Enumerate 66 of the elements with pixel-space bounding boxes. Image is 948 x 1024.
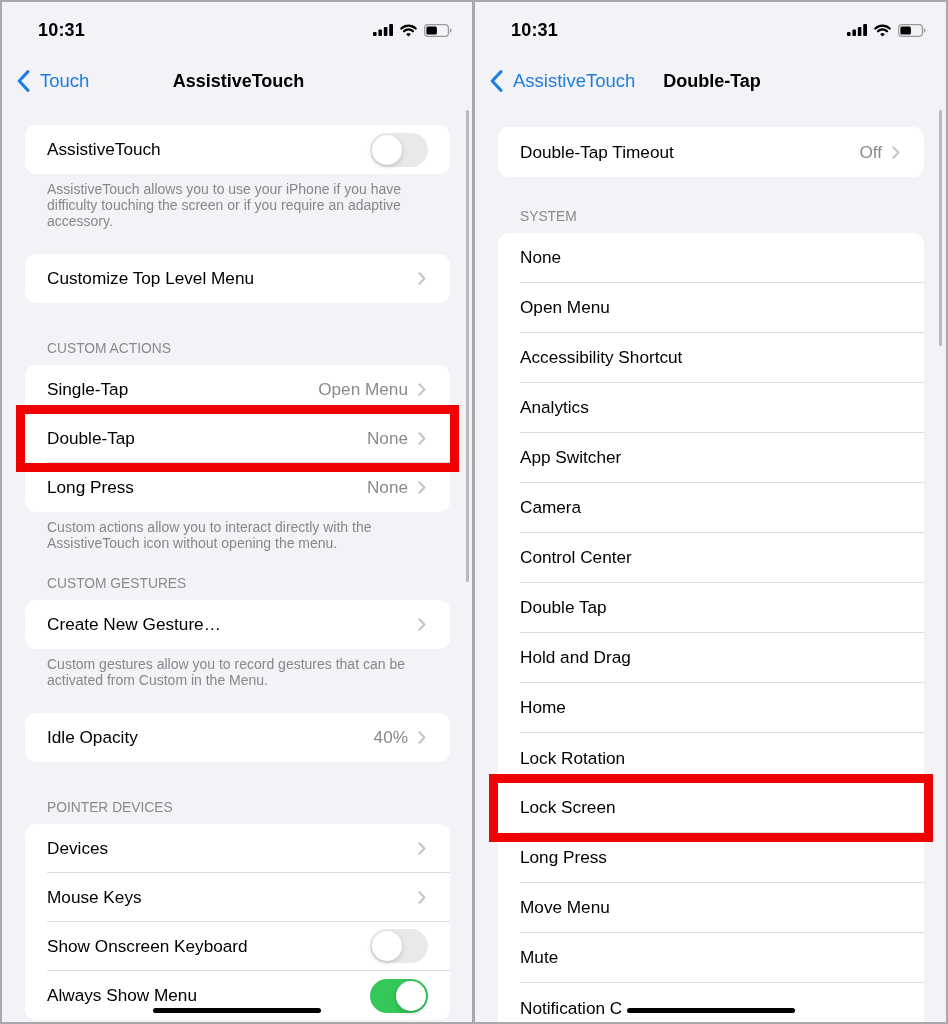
- option-row[interactable]: Lock Rotation: [498, 733, 924, 774]
- chevron-right-icon: [418, 272, 426, 285]
- wifi-icon: [400, 23, 417, 37]
- option-row[interactable]: Analytics: [498, 383, 924, 433]
- section-footer: Custom gestures allow you to record gestures that can be activated from Custom in the Menu.: [2, 649, 472, 688]
- signal-icon: [847, 24, 867, 36]
- option-row[interactable]: Hold and Drag: [498, 633, 924, 683]
- toggle-switch[interactable]: [370, 978, 428, 1013]
- chevron-right-icon: [418, 890, 426, 904]
- battery-icon: [898, 23, 926, 37]
- option-row[interactable]: Mute: [498, 933, 924, 983]
- section-header: CUSTOM ACTIONS: [46, 341, 172, 357]
- option-row[interactable]: Lock Screen: [498, 783, 924, 833]
- row-label: AssistiveTouch: [47, 139, 162, 160]
- row-value: Off: [859, 141, 882, 163]
- chevron-right-icon: [418, 618, 426, 631]
- option-row[interactable]: Move Menu: [498, 883, 924, 933]
- row-value: 40%: [373, 727, 408, 748]
- settings-row[interactable]: Long Press None: [25, 472, 450, 512]
- option-row[interactable]: Notification C: [498, 983, 924, 1022]
- screen-title: Double-Tap: [662, 70, 762, 92]
- option-row[interactable]: Long Press: [498, 842, 924, 883]
- status-time: 10:31: [38, 19, 86, 41]
- chevron-right-icon: [892, 145, 900, 159]
- toggle-switch[interactable]: [370, 132, 428, 167]
- option-row[interactable]: Open Menu: [498, 283, 924, 333]
- row-label: Always Show Menu: [47, 985, 198, 1006]
- chevron-left-icon: [490, 70, 503, 92]
- section-header: SYSTEM: [519, 209, 578, 225]
- settings-row[interactable]: Single-Tap Open Menu: [25, 365, 450, 405]
- chevron-right-icon: [418, 731, 426, 744]
- settings-row[interactable]: Mouse Keys: [25, 873, 450, 922]
- option-row[interactable]: Home: [498, 683, 924, 733]
- signal-icon: [373, 24, 393, 36]
- option-row[interactable]: None: [498, 233, 924, 283]
- section-footer: AssistiveTouch allows you to use your iPhone if you have difficulty touching the screen or if you require an adaptive accessory.: [2, 174, 472, 229]
- settings-row[interactable]: Devices: [25, 824, 450, 873]
- screen-title: AssistiveTouch: [171, 70, 306, 92]
- wifi-icon: [874, 23, 891, 37]
- settings-row[interactable]: Double-Tap None: [25, 414, 450, 463]
- section-footer: Custom actions allow you to interact directly with the AssistiveTouch icon without opening the menu.: [2, 512, 472, 551]
- option-row[interactable]: Accessibility Shortcut: [498, 333, 924, 383]
- chevron-right-icon: [418, 841, 426, 855]
- row-value: Open Menu: [318, 379, 408, 400]
- settings-row[interactable]: Double-Tap Timeout Off: [498, 127, 924, 177]
- back-button[interactable]: AssistiveTouch: [490, 70, 636, 92]
- battery-icon: [424, 23, 452, 37]
- toggle-switch[interactable]: [370, 929, 428, 963]
- back-button[interactable]: Touch: [17, 70, 90, 92]
- settings-row[interactable]: Create New Gesture…: [25, 600, 450, 649]
- section-header: POINTER DEVICES: [46, 800, 174, 816]
- row-value: None: [366, 427, 408, 449]
- chevron-right-icon: [418, 383, 426, 396]
- section-header: CUSTOM GESTURES: [46, 576, 188, 592]
- row-label: Show Onscreen Keyboard: [47, 935, 249, 957]
- chevron-right-icon: [418, 431, 426, 445]
- row-value: None: [366, 477, 408, 498]
- settings-row[interactable]: Idle Opacity 40%: [25, 713, 450, 762]
- option-row[interactable]: Control Center: [498, 533, 924, 583]
- chevron-left-icon: [17, 70, 30, 92]
- status-time: 10:31: [511, 19, 559, 41]
- option-row[interactable]: Camera: [498, 483, 924, 533]
- option-row[interactable]: App Switcher: [498, 433, 924, 483]
- option-row[interactable]: Double Tap: [498, 583, 924, 633]
- settings-row[interactable]: Customize Top Level Menu: [25, 254, 450, 303]
- chevron-right-icon: [418, 481, 426, 494]
